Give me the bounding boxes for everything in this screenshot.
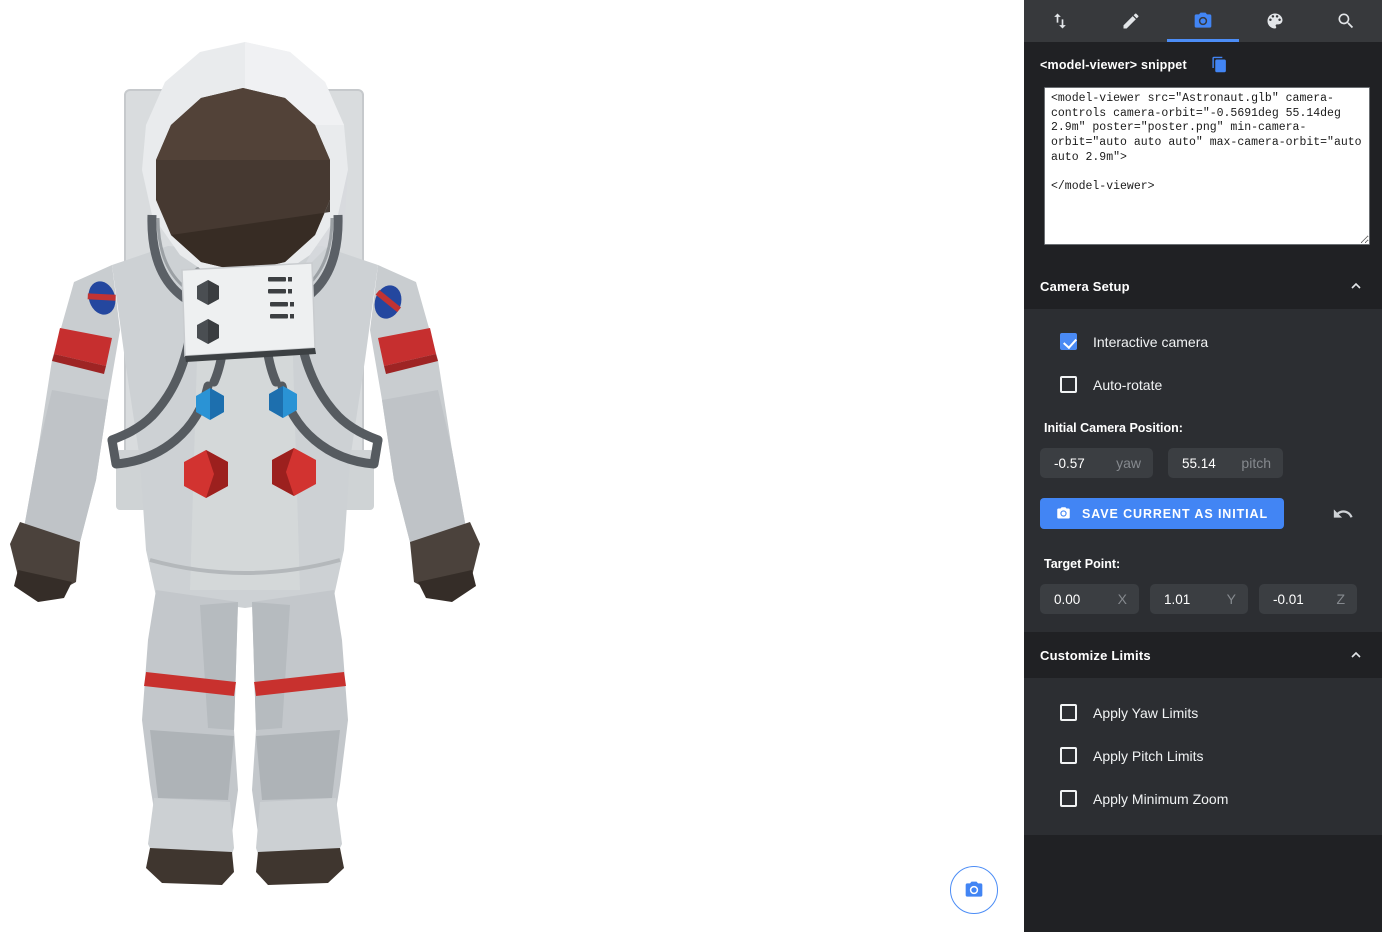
- model-viewer-canvas[interactable]: [0, 0, 1024, 932]
- target-x-field[interactable]: X: [1040, 584, 1139, 614]
- apply-yaw-limits-checkbox-row[interactable]: Apply Yaw Limits: [1040, 704, 1366, 721]
- revert-camera-button[interactable]: [1332, 503, 1354, 525]
- target-y-input[interactable]: [1164, 592, 1221, 607]
- chevron-up-icon: [1348, 278, 1364, 294]
- camera-icon: [1056, 506, 1071, 521]
- initial-camera-position-fields: yaw pitch: [1040, 448, 1366, 478]
- editor-tabbar: [1024, 0, 1382, 42]
- import-export-icon: [1050, 11, 1070, 31]
- yaw-field[interactable]: yaw: [1040, 448, 1153, 478]
- save-button-label: SAVE CURRENT AS INITIAL: [1082, 507, 1268, 521]
- target-z-field[interactable]: Z: [1259, 584, 1357, 614]
- tab-camera[interactable]: [1167, 0, 1239, 42]
- checkbox-label: Apply Minimum Zoom: [1093, 791, 1228, 807]
- initial-camera-position-label: Initial Camera Position:: [1044, 421, 1366, 435]
- astronaut-legs: [142, 590, 348, 885]
- checkbox-label: Apply Pitch Limits: [1093, 748, 1203, 764]
- customize-limits-collapse-button[interactable]: [1344, 643, 1368, 667]
- camera-setup-body: Interactive camera Auto-rotate Initial C…: [1024, 309, 1382, 632]
- yaw-unit-label: yaw: [1110, 455, 1141, 471]
- auto-rotate-checkbox-row[interactable]: Auto-rotate: [1040, 376, 1366, 393]
- save-current-as-initial-button[interactable]: SAVE CURRENT AS INITIAL: [1040, 498, 1284, 529]
- customize-limits-body: Apply Yaw Limits Apply Pitch Limits Appl…: [1024, 678, 1382, 835]
- apply-minimum-zoom-checkbox[interactable]: [1060, 790, 1077, 807]
- target-z-input[interactable]: [1273, 592, 1330, 607]
- interactive-camera-checkbox[interactable]: [1060, 333, 1077, 350]
- snippet-title: <model-viewer> snippet: [1040, 58, 1187, 72]
- checkbox-label: Auto-rotate: [1093, 377, 1162, 393]
- chevron-up-icon: [1348, 647, 1364, 663]
- astronaut-chest-panel: [182, 263, 316, 362]
- auto-rotate-checkbox[interactable]: [1060, 376, 1077, 393]
- apply-yaw-limits-checkbox[interactable]: [1060, 704, 1077, 721]
- x-unit-label: X: [1112, 591, 1127, 607]
- target-x-input[interactable]: [1054, 592, 1112, 607]
- tab-materials[interactable]: [1239, 0, 1311, 42]
- apply-minimum-zoom-checkbox-row[interactable]: Apply Minimum Zoom: [1040, 790, 1366, 807]
- astronaut-model: [0, 30, 500, 900]
- camera-setup-collapse-button[interactable]: [1344, 274, 1368, 298]
- camera-icon: [1193, 11, 1213, 31]
- screenshot-camera-button[interactable]: [950, 866, 998, 914]
- pitch-unit-label: pitch: [1235, 455, 1271, 471]
- target-y-field[interactable]: Y: [1150, 584, 1248, 614]
- apply-pitch-limits-checkbox[interactable]: [1060, 747, 1077, 764]
- pitch-input[interactable]: [1182, 456, 1235, 471]
- copy-icon: [1211, 56, 1228, 73]
- edit-pencil-icon: [1121, 11, 1141, 31]
- save-initial-row: SAVE CURRENT AS INITIAL: [1040, 498, 1366, 529]
- search-icon: [1336, 11, 1356, 31]
- undo-icon: [1332, 503, 1354, 525]
- copy-snippet-button[interactable]: [1211, 56, 1228, 73]
- z-unit-label: Z: [1330, 591, 1345, 607]
- customize-limits-header: Customize Limits: [1024, 632, 1382, 678]
- camera-setup-title: Camera Setup: [1040, 279, 1130, 294]
- checkbox-label: Interactive camera: [1093, 334, 1208, 350]
- pitch-field[interactable]: pitch: [1168, 448, 1283, 478]
- tab-edit[interactable]: [1096, 0, 1168, 42]
- tab-import-export[interactable]: [1024, 0, 1096, 42]
- checkbox-label: Apply Yaw Limits: [1093, 705, 1198, 721]
- y-unit-label: Y: [1221, 591, 1236, 607]
- yaw-input[interactable]: [1054, 456, 1110, 471]
- palette-icon: [1265, 11, 1285, 31]
- tab-search[interactable]: [1310, 0, 1382, 42]
- customize-limits-title: Customize Limits: [1040, 648, 1151, 663]
- camera-icon: [964, 880, 984, 900]
- interactive-camera-checkbox-row[interactable]: Interactive camera: [1040, 333, 1366, 350]
- target-point-label: Target Point:: [1044, 557, 1366, 571]
- settings-panel: <model-viewer> snippet <model-viewer src…: [1024, 0, 1382, 932]
- snippet-header: <model-viewer> snippet: [1040, 56, 1366, 73]
- target-point-fields: X Y Z: [1040, 584, 1366, 614]
- camera-setup-header: Camera Setup: [1024, 263, 1382, 309]
- apply-pitch-limits-checkbox-row[interactable]: Apply Pitch Limits: [1040, 747, 1366, 764]
- snippet-code-textarea[interactable]: <model-viewer src="Astronaut.glb" camera…: [1044, 87, 1370, 245]
